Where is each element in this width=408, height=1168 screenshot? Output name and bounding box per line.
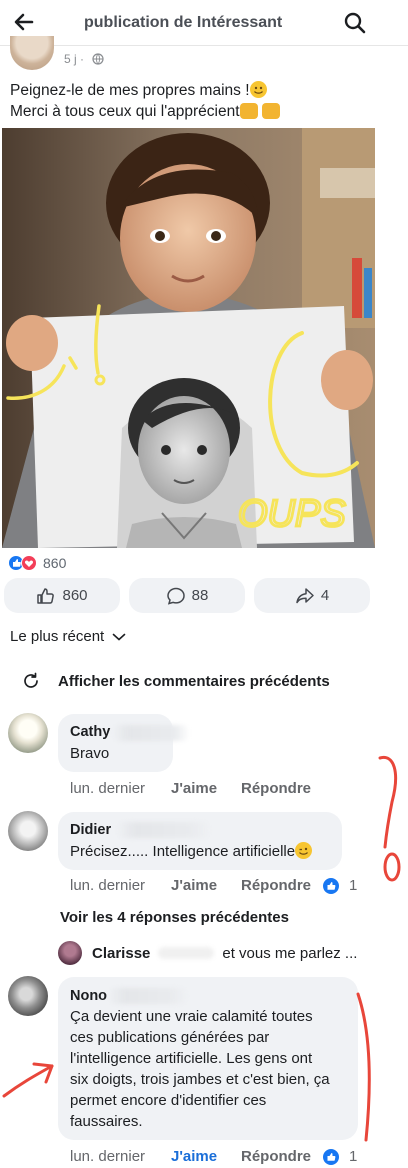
commenter-name[interactable]: Didier xyxy=(70,822,111,838)
like-button[interactable]: 860 xyxy=(4,578,120,613)
reaction-count: 860 xyxy=(43,555,67,571)
like-count: 860 xyxy=(62,587,88,604)
post-time: 5 j · xyxy=(64,52,85,66)
red-exclamation-annotation xyxy=(378,755,401,882)
share-button[interactable]: 4 xyxy=(254,578,370,613)
commenter-name[interactable]: Cathy xyxy=(70,724,110,740)
globe-icon xyxy=(92,52,104,65)
commenter-name[interactable]: Nono xyxy=(70,988,107,1004)
refresh-icon xyxy=(24,672,38,688)
thumbs-up-emoji-icon xyxy=(239,103,258,119)
comment-like-link[interactable]: J'aime xyxy=(171,780,217,797)
smile-emoji-icon xyxy=(249,81,267,98)
comment-sort-dropdown[interactable]: Le plus récent xyxy=(10,628,126,645)
like-reaction-icon xyxy=(323,1149,339,1165)
post-text-line-2: Merci à tous ceux qui l'apprécient xyxy=(10,103,240,120)
reaction-summary[interactable]: 860 xyxy=(8,554,66,572)
show-previous-comments[interactable]: Afficher les commentaires précédents xyxy=(22,672,330,690)
comment-text: Ça devient une vraie calamité toutes ces… xyxy=(70,1008,330,1130)
wink-emoji-icon xyxy=(295,842,313,859)
share-icon xyxy=(296,587,314,603)
see-previous-replies[interactable]: Voir les 4 réponses précédentes xyxy=(60,909,289,926)
redacted-name xyxy=(158,947,215,959)
redacted-name xyxy=(108,988,188,1004)
commenter-avatar[interactable] xyxy=(8,811,48,851)
post-text: Peignez-le de mes propres mains ! Merci … xyxy=(10,80,390,122)
redacted-name xyxy=(112,725,190,741)
comment-button[interactable]: 88 xyxy=(129,578,245,613)
comment-reply-link[interactable]: Répondre xyxy=(241,1148,311,1165)
commenter-avatar[interactable] xyxy=(8,713,48,753)
author-avatar[interactable] xyxy=(10,36,54,70)
like-icon xyxy=(37,587,55,604)
comment-reply-link[interactable]: Répondre xyxy=(241,877,311,894)
comment-like-count: 1 xyxy=(349,877,358,894)
reply-avatar xyxy=(58,941,82,965)
comment-like-count: 1 xyxy=(349,1148,358,1165)
redacted-name xyxy=(116,822,211,838)
back-arrow-icon[interactable] xyxy=(12,10,36,34)
comment-like-link[interactable]: J'aime xyxy=(171,877,217,894)
show-previous-comments-label: Afficher les commentaires précédents xyxy=(58,672,330,690)
comment-time: lun. dernier xyxy=(70,780,146,797)
search-icon[interactable] xyxy=(343,11,367,35)
post-text-line-1: Peignez-le de mes propres mains ! xyxy=(10,82,250,99)
chevron-down-icon xyxy=(112,633,126,641)
comment-text: Précisez..... Intelligence artificielle xyxy=(70,841,313,862)
share-count: 4 xyxy=(320,587,330,604)
reply-preview-text: et vous me parlez ... xyxy=(222,944,358,962)
like-reaction-icon xyxy=(323,878,339,894)
comment-text: Bravo xyxy=(70,745,110,762)
top-bar: publication de Intéressant xyxy=(0,0,408,46)
love-reaction-icon xyxy=(21,555,37,571)
sort-label: Le plus récent xyxy=(10,628,105,645)
post-author-row: 5 j · xyxy=(0,36,408,72)
post-image[interactable]: OUPS xyxy=(2,128,375,548)
comment-like-link[interactable]: J'aime xyxy=(171,1148,217,1165)
image-annotation-text: OUPS xyxy=(238,493,346,535)
comment-time: lun. dernier xyxy=(70,877,146,894)
reply-preview[interactable]: Clarisse et vous me parlez ... xyxy=(58,940,357,966)
reply-author-name: Clarisse xyxy=(92,944,151,962)
commenter-avatar[interactable] xyxy=(8,976,48,1016)
comment-reply-link[interactable]: Répondre xyxy=(241,780,311,797)
comment-count: 88 xyxy=(191,587,209,604)
page-title: publication de Intéressant xyxy=(84,14,283,31)
thumbs-up-emoji-icon xyxy=(261,103,280,119)
comment-icon xyxy=(166,587,185,605)
comment-time: lun. dernier xyxy=(70,1148,146,1165)
red-arrow-annotation xyxy=(2,1062,54,1098)
